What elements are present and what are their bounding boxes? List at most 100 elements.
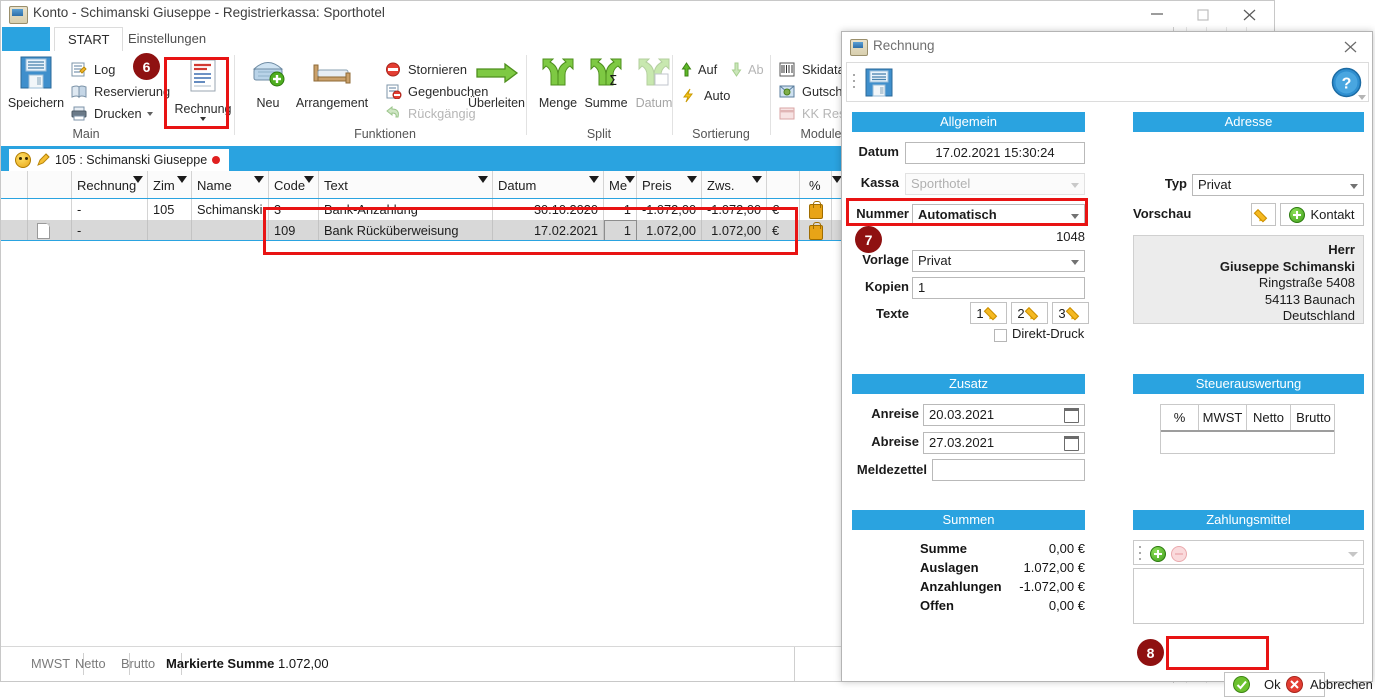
reservierung-button[interactable]: Reservierung: [71, 81, 170, 103]
texte-button-2[interactable]: 2: [1011, 302, 1048, 324]
dialog-close-button[interactable]: [1330, 32, 1372, 61]
direkt-druck-checkbox[interactable]: [994, 329, 1007, 342]
row-rechnung-cell: -: [72, 199, 148, 220]
maximize-button[interactable]: [1182, 1, 1228, 27]
chevron-down-icon[interactable]: [1348, 552, 1358, 557]
close-button[interactable]: [1228, 1, 1274, 27]
arrow-down-icon: [731, 62, 743, 78]
section-adresse-header: Adresse: [1133, 112, 1364, 132]
help-button[interactable]: ?: [1331, 67, 1362, 98]
calendar-icon[interactable]: [1064, 408, 1079, 423]
row-select-cell[interactable]: [1, 220, 28, 241]
grid-col-zws[interactable]: Zws.: [702, 171, 767, 198]
chevron-down-icon[interactable]: [1071, 260, 1079, 265]
kopien-input[interactable]: 1: [912, 277, 1085, 299]
red-dot-icon: [212, 156, 221, 164]
tab-start[interactable]: START: [54, 27, 124, 52]
auslagen-label: Auslagen: [920, 560, 979, 575]
kontakt-button[interactable]: Kontakt: [1280, 203, 1364, 226]
toolbar-expand-icon[interactable]: [1358, 95, 1366, 100]
grid-col-name[interactable]: Name: [192, 171, 269, 198]
grid-col-currency[interactable]: [767, 171, 800, 198]
cancel-circle-icon: [1286, 676, 1303, 693]
drucken-menu-caret[interactable]: [146, 112, 153, 116]
adresse-edit-button[interactable]: [1251, 203, 1276, 226]
drucken-label: Drucken: [94, 106, 142, 121]
sort-auto-button[interactable]: Auto: [681, 85, 730, 107]
filter-icon[interactable]: [687, 176, 697, 183]
filter-icon[interactable]: [254, 176, 264, 183]
person-tab[interactable]: 105 : Schimanski Giuseppe: [9, 149, 230, 171]
drucken-button[interactable]: Drucken: [71, 103, 153, 125]
calendar-icon[interactable]: [1064, 436, 1079, 451]
voucher-icon: [779, 84, 797, 100]
document-icon[interactable]: [37, 223, 50, 239]
cancel-icon: [385, 62, 403, 78]
callout-marker-6: 6: [133, 53, 160, 80]
section-zahlungsmittel-header: Zahlungsmittel: [1133, 510, 1364, 530]
ribbon-group-split: Menge Σ Summe Datum Split: [527, 51, 672, 143]
callout-box-rechnung: [164, 57, 229, 129]
zahlungsmittel-list[interactable]: [1133, 568, 1364, 624]
chevron-down-icon[interactable]: [1350, 184, 1358, 189]
filter-icon[interactable]: [304, 176, 314, 183]
filter-icon[interactable]: [133, 176, 143, 183]
grid-col-doc[interactable]: [28, 171, 72, 198]
filter-icon[interactable]: [177, 176, 187, 183]
dialog-toolbar: ?: [846, 62, 1369, 102]
grid-col-datum[interactable]: Datum: [493, 171, 604, 198]
sort-auf-button[interactable]: Auf: [681, 59, 717, 81]
remove-payment-icon: [1171, 546, 1187, 562]
pencil-icon: [1027, 306, 1042, 320]
filter-icon[interactable]: [832, 176, 841, 183]
meldezettel-input[interactable]: [932, 459, 1085, 481]
barcode-icon: [779, 62, 797, 78]
minimize-button[interactable]: [1136, 1, 1182, 27]
offen-label: Offen: [920, 598, 954, 613]
grid-col-text[interactable]: Text: [319, 171, 493, 198]
grid-col-zim[interactable]: Zim: [148, 171, 192, 198]
grid-col-preis[interactable]: Preis: [637, 171, 702, 198]
pencil-icon[interactable]: [36, 153, 50, 167]
typ-combo[interactable]: Privat: [1192, 174, 1364, 196]
log-button[interactable]: Log: [71, 59, 115, 81]
grid-col-code[interactable]: Code: [269, 171, 319, 198]
toolbar-grip[interactable]: [853, 74, 856, 90]
printer-icon: [71, 106, 89, 122]
arrangement-button[interactable]: Arrangement: [287, 55, 377, 110]
grid-col-select[interactable]: [1, 171, 28, 198]
filter-icon[interactable]: [589, 176, 599, 183]
pencil-icon: [1068, 306, 1083, 320]
row-doc-cell[interactable]: [28, 220, 72, 241]
dialog-save-button[interactable]: [863, 67, 895, 99]
grid-col-rechnung[interactable]: Rechnung: [72, 171, 148, 198]
texte-button-1[interactable]: 1: [970, 302, 1007, 324]
main-titlebar: Konto - Schimanski Giuseppe - Registrier…: [1, 1, 1274, 27]
speichern-label: Speichern: [7, 96, 65, 110]
grid-col-me[interactable]: Me: [604, 171, 637, 198]
add-payment-icon[interactable]: [1150, 546, 1166, 562]
ribbon-group-funktionen: Neu Arrangement Stornieren Gegenbuchen R…: [235, 51, 525, 143]
grid-col-extra[interactable]: [832, 171, 841, 198]
grid-col-percent[interactable]: %: [800, 171, 832, 198]
stornieren-button[interactable]: Stornieren: [385, 59, 467, 81]
tab-einstellungen[interactable]: Einstellungen: [115, 27, 219, 51]
abreise-input[interactable]: 27.03.2021: [923, 432, 1085, 454]
dialog-app-icon: [850, 39, 868, 56]
anreise-input[interactable]: 20.03.2021: [923, 404, 1085, 426]
texte-button-3[interactable]: 3: [1052, 302, 1089, 324]
skidata-button[interactable]: Skidata: [779, 59, 845, 81]
datum-input[interactable]: 17.02.2021 15:30:24: [905, 142, 1085, 164]
ueberleiten-button[interactable]: Überleiten: [459, 55, 534, 110]
speichern-button[interactable]: Speichern: [5, 55, 67, 110]
addr-line-1: Herr: [1328, 242, 1355, 257]
app-menu-button[interactable]: [2, 27, 50, 51]
row-select-cell[interactable]: [1, 199, 28, 220]
cancel-button[interactable]: Abbrechen: [1278, 672, 1373, 697]
vorlage-combo[interactable]: Privat: [912, 250, 1085, 272]
filter-icon[interactable]: [478, 176, 488, 183]
filter-icon[interactable]: [752, 176, 762, 183]
toolbar-grip[interactable]: [1139, 546, 1142, 562]
kassa-combo: Sporthotel: [905, 173, 1085, 195]
filter-icon[interactable]: [625, 176, 635, 183]
